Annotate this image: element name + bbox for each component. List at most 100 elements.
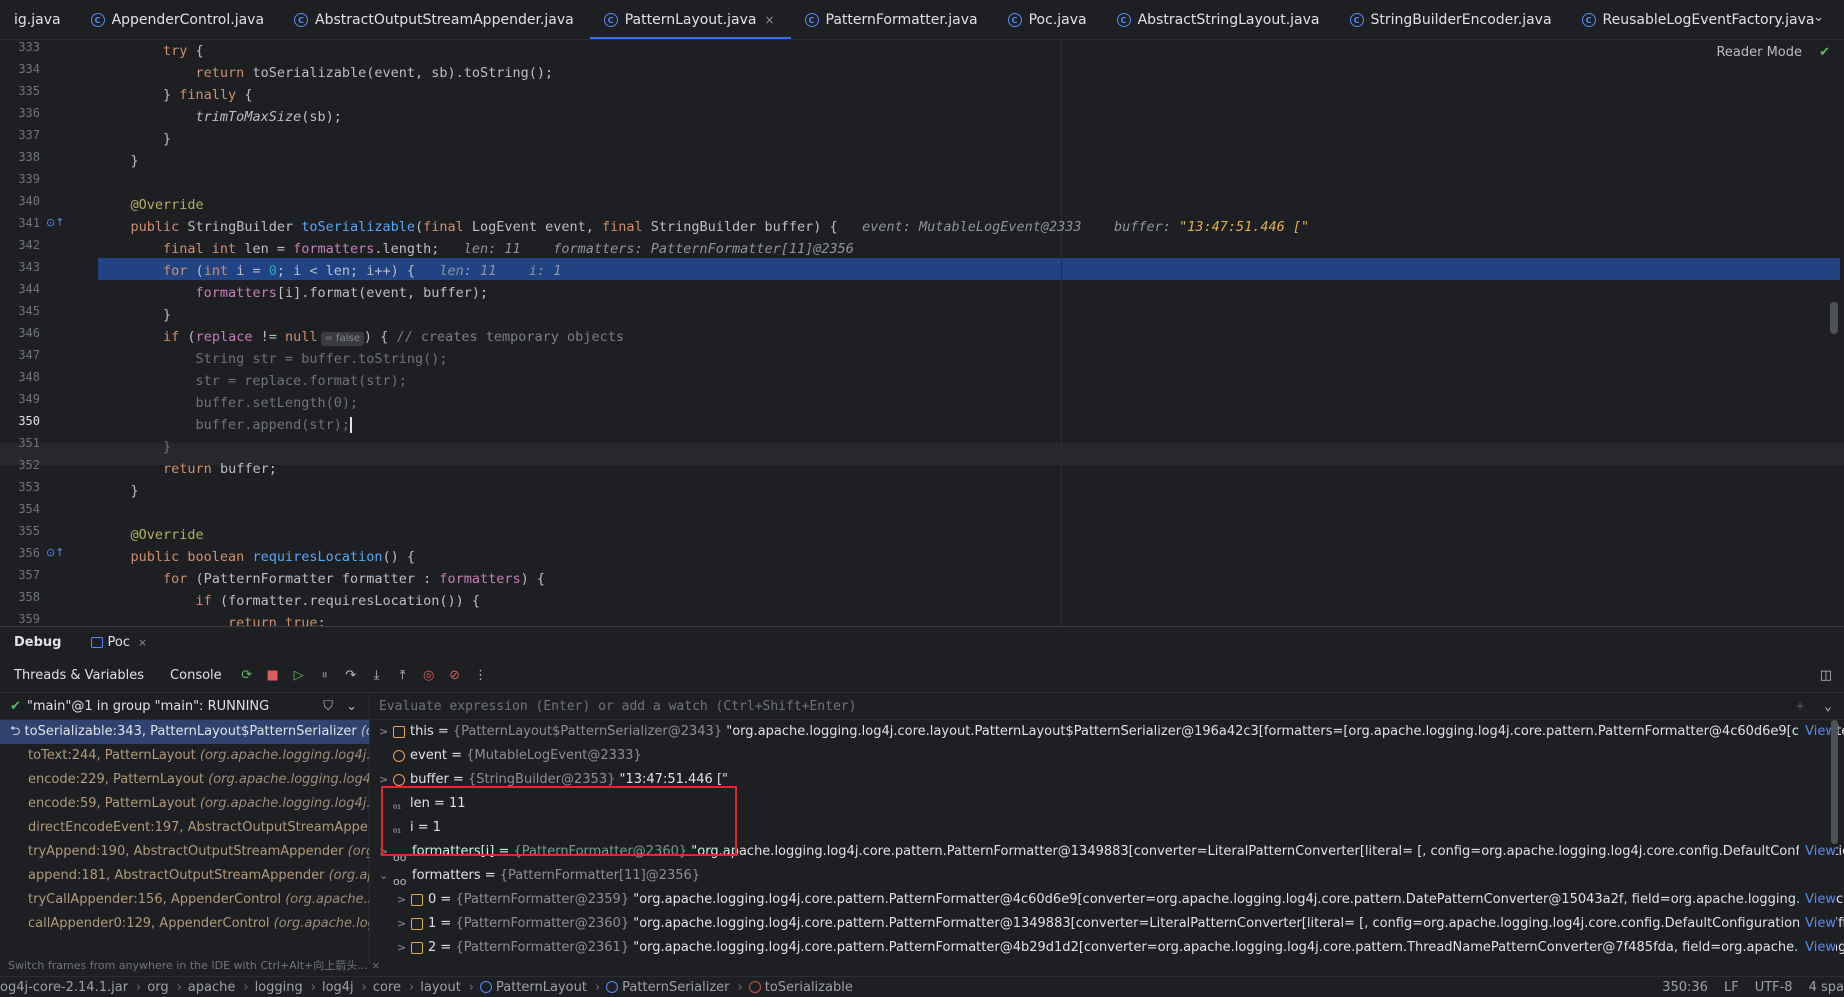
indent-setting[interactable]: 4 spa <box>1809 980 1844 995</box>
stack-frame[interactable]: encode:229, PatternLayout (org.apache.lo… <box>0 768 369 792</box>
tab-fig[interactable]: ig.java <box>0 0 77 39</box>
debug-session-tab[interactable]: Poc × <box>91 635 147 650</box>
code-line: try { <box>163 43 204 59</box>
reader-mode-toggle[interactable]: Reader Mode <box>1716 45 1802 60</box>
var-eq: = <box>436 940 456 955</box>
stack-frame[interactable]: tryAppend:190, AbstractOutputStreamAppen… <box>0 840 369 864</box>
breadcrumb-item[interactable]: og4j-core-2.14.1.jar <box>0 980 128 995</box>
tab-stringbuilderencoder[interactable]: C StringBuilderEncoder.java <box>1336 0 1568 39</box>
chevron-right-icon[interactable]: > <box>397 936 411 960</box>
breadcrumb-item[interactable]: PatternSerializer <box>606 980 730 995</box>
override-gutter-icon[interactable]: ⊙↑ <box>46 546 64 559</box>
tab-label: ReusableLogEventFactory.java <box>1602 12 1815 28</box>
variable-row[interactable]: >1 = {PatternFormatter@2360} "org.apache… <box>371 912 1844 936</box>
breadcrumb-item[interactable]: log4j <box>322 980 354 995</box>
var-value: "org.apache.logging.log4j.core.pattern.P… <box>629 892 1844 907</box>
run-config-icon <box>91 636 104 648</box>
filter-icon[interactable]: ⛉ <box>323 699 333 714</box>
close-icon[interactable]: × <box>138 636 147 649</box>
stack-frame[interactable]: directEncodeEvent:197, AbstractOutputStr… <box>0 816 369 840</box>
code-line: buffer.append(str); <box>98 417 352 433</box>
view-link[interactable]: View <box>1799 936 1836 960</box>
caret-position[interactable]: 350:36 <box>1662 980 1708 995</box>
code-line: public boolean requiresLocation() { <box>130 549 416 565</box>
chevron-down-icon[interactable]: ⌄ <box>1824 699 1832 714</box>
tab-appendercontrol[interactable]: C AppenderControl.java <box>77 0 280 39</box>
tab-patternformatter[interactable]: C PatternFormatter.java <box>791 0 994 39</box>
thread-selector[interactable]: ✔ "main"@1 in group "main": RUNNING ⛉ ⌄ <box>0 694 369 720</box>
layout-icon[interactable]: ◫ <box>1820 668 1832 683</box>
view-link[interactable]: View <box>1799 840 1836 864</box>
chevron-right-icon: › <box>468 979 474 995</box>
code-line: } <box>98 131 172 147</box>
chevron-down-icon[interactable]: ⌄ <box>346 699 357 714</box>
stack-frame[interactable]: callAppender0:129, AppenderControl (org.… <box>0 912 369 936</box>
line-separator[interactable]: LF <box>1724 980 1739 995</box>
var-eq: = <box>448 772 468 787</box>
view-breakpoints-icon[interactable]: ◎ <box>418 668 440 683</box>
mute-breakpoints-icon[interactable]: ⊘ <box>444 668 466 683</box>
step-into-icon[interactable]: ⤓ <box>366 668 388 683</box>
frame-package: (org.apache.logging.log4j. <box>208 772 369 787</box>
chevron-right-icon[interactable]: > <box>397 912 411 936</box>
evaluate-expression-input[interactable]: Evaluate expression (Enter) or add a wat… <box>371 694 1844 720</box>
resume-icon[interactable]: ▷ <box>288 668 310 683</box>
tab-poc[interactable]: C Poc.java <box>994 0 1103 39</box>
chevron-right-icon[interactable]: > <box>379 720 393 744</box>
var-name: event <box>410 748 448 763</box>
chevron-down-icon[interactable]: ⌄ <box>1813 10 1824 25</box>
variable-row[interactable]: ⌄ oo formatters = {PatternFormatter[11]@23… <box>371 864 1844 888</box>
variable-row[interactable]: >0 = {PatternFormatter@2359} "org.apache… <box>371 888 1844 912</box>
breadcrumb-item[interactable]: core <box>373 980 401 995</box>
tab-console[interactable]: Console <box>156 668 234 683</box>
view-link[interactable]: View <box>1799 888 1836 912</box>
code-line: for (PatternFormatter formatter : format… <box>163 571 546 587</box>
line-number: 348 <box>18 370 40 384</box>
tab-patternlayout[interactable]: C PatternLayout.java × <box>589 0 791 39</box>
override-gutter-icon[interactable]: ⊙↑ <box>46 216 64 229</box>
stack-frame[interactable]: append:181, AbstractOutputStreamAppender… <box>0 864 369 888</box>
breadcrumb-item[interactable]: org <box>147 980 168 995</box>
stop-icon[interactable]: ■ <box>262 668 284 683</box>
breadcrumb-item[interactable]: layout <box>420 980 461 995</box>
return-icon: ⮌ <box>10 724 25 739</box>
stack-frame[interactable]: tryCallAppender:156, AppenderControl (or… <box>0 888 369 912</box>
thread-label: "main"@1 in group "main": RUNNING <box>26 699 270 714</box>
code-editor[interactable]: 333 334 335 336 337 338 339 340 341 342 … <box>0 40 1844 626</box>
tab-abstractstringlayout[interactable]: C AbstractStringLayout.java <box>1103 0 1336 39</box>
view-link[interactable]: View <box>1799 912 1836 936</box>
tab-reusablelogeventfactory[interactable]: C ReusableLogEventFactory.java <box>1568 0 1831 39</box>
breadcrumb-item[interactable]: toSerializable <box>748 980 853 995</box>
watch-icon: oo <box>393 874 407 888</box>
pause-icon[interactable]: ⏸ <box>314 668 336 683</box>
breadcrumb-item[interactable]: apache <box>188 980 236 995</box>
breadcrumb-item[interactable]: logging <box>255 980 303 995</box>
variable-row[interactable]: > this = {PatternLayout$PatternSerializer… <box>371 720 1844 744</box>
stack-frame[interactable]: encode:59, PatternLayout (org.apache.log… <box>0 792 369 816</box>
stack-frame[interactable]: ⮌ toSerializable:343, PatternLayout$Patt… <box>0 720 369 744</box>
add-watch-icon[interactable]: + <box>1796 699 1804 714</box>
frame-package: (org.a <box>347 844 369 859</box>
variable-row[interactable]: event = {MutableLogEvent@2333} <box>371 744 1844 768</box>
chevron-down-icon[interactable]: ⌄ <box>379 864 393 888</box>
variables-scrollbar[interactable] <box>1831 720 1838 844</box>
chevron-right-icon[interactable]: > <box>397 888 411 912</box>
editor-scrollbar[interactable] <box>1830 302 1838 334</box>
step-out-icon[interactable]: ⤒ <box>392 668 414 683</box>
close-icon[interactable]: × <box>764 13 774 27</box>
more-options-icon[interactable]: ⋮ <box>470 668 492 683</box>
rerun-icon[interactable]: ⟳ <box>236 668 258 683</box>
step-over-icon[interactable]: ↷ <box>340 668 362 683</box>
code-line: for (int i = 0; i < len; i++) { len: 11 … <box>163 263 562 279</box>
variable-row[interactable]: >2 = {PatternFormatter@2361} "org.apache… <box>371 936 1844 960</box>
line-gutter[interactable]: 333 334 335 336 337 338 339 340 341 342 … <box>0 40 98 626</box>
line-number: 351 <box>18 436 40 450</box>
file-encoding[interactable]: UTF-8 <box>1755 980 1793 995</box>
tab-abstractoutputstreamappender[interactable]: C AbstractOutputStreamAppender.java <box>280 0 590 39</box>
breadcrumb-item[interactable]: PatternLayout <box>480 980 587 995</box>
stack-frame[interactable]: toText:244, PatternLayout (org.apache.lo… <box>0 744 369 768</box>
breadcrumb: og4j-core-2.14.1.jar › org › apache › loggi… <box>0 980 853 995</box>
tab-threads-variables[interactable]: Threads & Variables <box>0 668 156 683</box>
code-line: } <box>98 439 172 455</box>
var-value: "org.apache.logging.log4j.core.pattern.P… <box>687 844 1844 859</box>
